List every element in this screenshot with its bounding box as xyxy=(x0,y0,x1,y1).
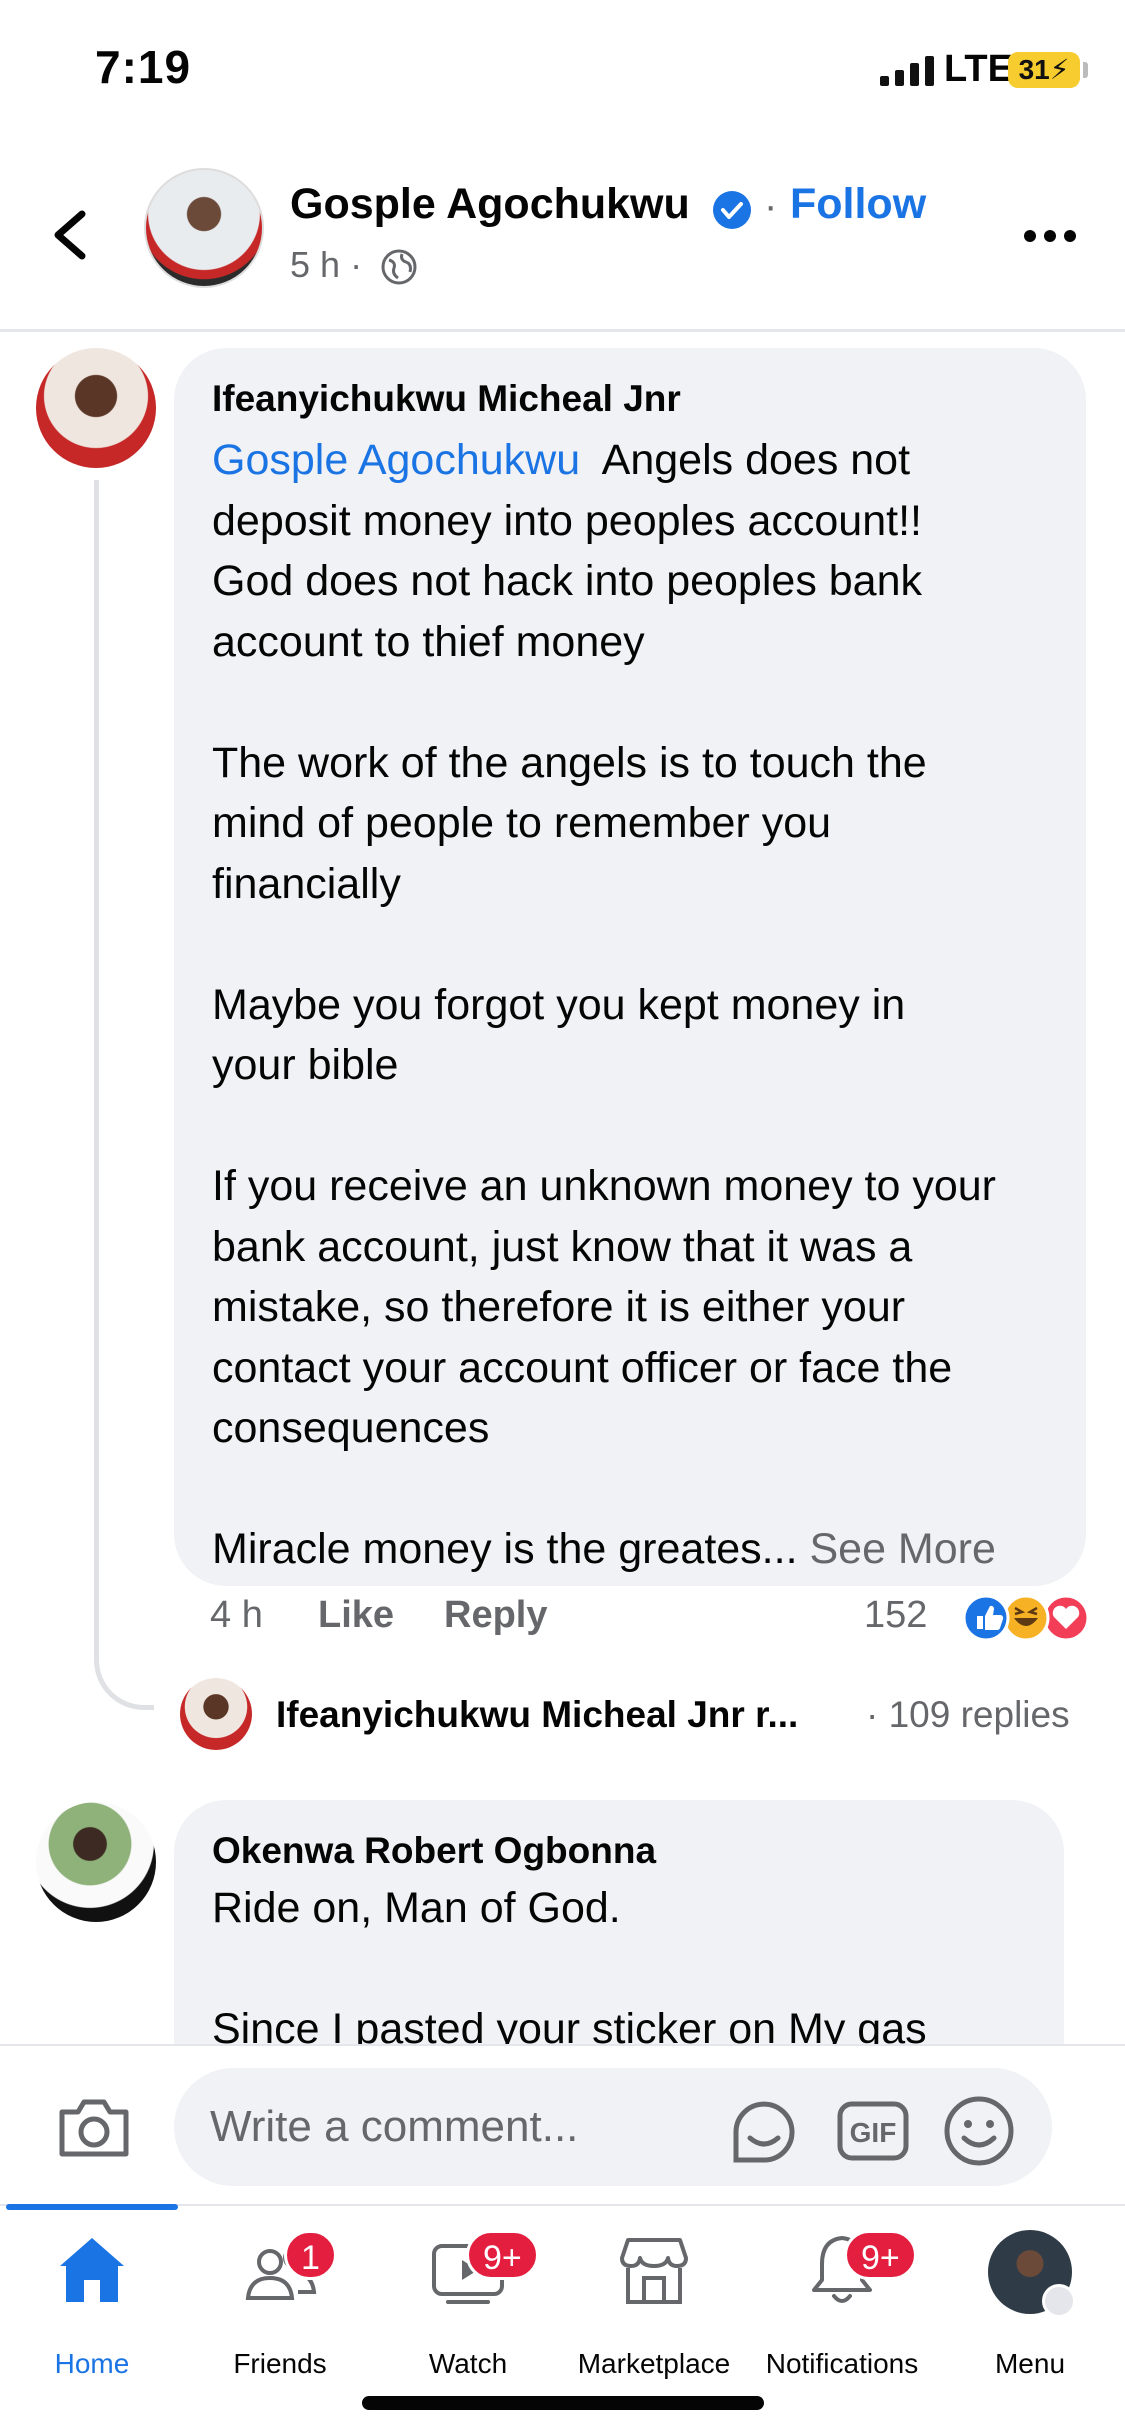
view-replies-link[interactable]: · 109 replies xyxy=(866,1694,1070,1736)
comment-text: Gosple Agochukwu Angels does not deposit… xyxy=(212,430,1072,1580)
home-icon xyxy=(60,2238,124,2302)
marketplace-icon xyxy=(620,2238,688,2304)
tab-label: Marketplace xyxy=(577,2348,731,2379)
post-meta: 5 h · xyxy=(290,244,362,286)
author-name[interactable]: Gosple Agochukwu xyxy=(290,180,690,229)
emoji-icon[interactable] xyxy=(942,2094,1016,2168)
status-time: 7:19 xyxy=(95,41,192,93)
comment-author[interactable]: Okenwa Robert Ogbonna xyxy=(212,1830,656,1872)
battery-icon: 31⚡ xyxy=(1008,52,1080,88)
meta-separator: · xyxy=(350,244,363,285)
like-icon xyxy=(962,1594,1010,1642)
watch-badge: 9+ xyxy=(466,2230,539,2280)
notifications-badge: 9+ xyxy=(844,2230,917,2280)
tab-notifications[interactable]: 9+ Notifications xyxy=(748,2230,936,2379)
sticker-icon[interactable] xyxy=(726,2094,802,2170)
separator-dot: · xyxy=(764,184,778,228)
commenter-avatar[interactable] xyxy=(36,348,156,468)
menu-avatar xyxy=(988,2230,1076,2318)
comment-text: Ride on, Man of God. Since I pasted your… xyxy=(212,1884,927,2044)
comment-time: 4 h xyxy=(210,1594,263,1636)
camera-icon[interactable] xyxy=(56,2094,132,2160)
mention-link[interactable]: Gosple Agochukwu xyxy=(212,436,580,484)
comment-composer: GIF xyxy=(0,2044,1125,2204)
tab-label: Watch xyxy=(428,2348,508,2379)
friends-badge: 1 xyxy=(284,2230,337,2280)
verified-badge-icon xyxy=(713,191,751,229)
tab-menu[interactable]: Menu xyxy=(936,2230,1124,2379)
comment-bubble[interactable]: Okenwa Robert Ogbonna Ride on, Man of Go… xyxy=(174,1800,1064,2044)
home-indicator xyxy=(362,2396,764,2410)
active-tab-indicator xyxy=(6,2204,178,2210)
love-icon xyxy=(1042,1594,1090,1642)
status-bar: 7:19 LTE 31⚡ xyxy=(0,0,1125,140)
signal-icon xyxy=(880,56,934,86)
tab-label: Home xyxy=(54,2348,130,2379)
battery-level: 31 xyxy=(1018,54,1050,85)
more-options-icon[interactable] xyxy=(1022,216,1078,256)
gif-label: GIF xyxy=(850,2117,897,2148)
reply-preview-name[interactable]: Ifeanyichukwu Micheal Jnr r... xyxy=(276,1694,798,1736)
tab-friends[interactable]: 1 Friends xyxy=(186,2230,374,2379)
tab-label: Friends xyxy=(233,2348,327,2379)
comment-body: Angels does not deposit money into peopl… xyxy=(212,436,996,1573)
haha-icon xyxy=(1002,1594,1050,1642)
reply-button[interactable]: Reply xyxy=(444,1594,547,1637)
like-button[interactable]: Like xyxy=(318,1594,394,1637)
follow-button[interactable]: Follow xyxy=(790,180,926,229)
reply-avatar[interactable] xyxy=(180,1678,252,1750)
post-age: 5 h xyxy=(290,244,341,285)
post-header: Gosple Agochukwu · Follow 5 h · xyxy=(0,140,1125,332)
reactions-icon[interactable] xyxy=(944,1592,1094,1644)
author-avatar[interactable] xyxy=(144,168,264,288)
tab-label: Notifications xyxy=(765,2348,919,2379)
comments-list: Ifeanyichukwu Micheal Jnr Gosple Agochuk… xyxy=(0,332,1125,2044)
globe-icon xyxy=(381,249,417,285)
reaction-count[interactable]: 152 xyxy=(864,1594,927,1637)
comment-bubble[interactable]: Ifeanyichukwu Micheal Jnr Gosple Agochuk… xyxy=(174,348,1086,1586)
tab-watch[interactable]: 9+ Watch xyxy=(374,2230,562,2379)
menu-icon xyxy=(1042,2284,1076,2318)
network-type: LTE xyxy=(944,48,1013,90)
tab-label: Menu xyxy=(994,2348,1066,2379)
battery-cap xyxy=(1083,62,1088,78)
back-arrow-icon[interactable] xyxy=(40,200,100,270)
see-more-link[interactable]: See More xyxy=(809,1525,995,1573)
gif-icon[interactable]: GIF xyxy=(836,2098,910,2164)
tab-marketplace[interactable]: Marketplace xyxy=(560,2230,748,2379)
commenter-avatar[interactable] xyxy=(36,1802,156,1922)
comment-author[interactable]: Ifeanyichukwu Micheal Jnr xyxy=(212,378,681,420)
comment-input[interactable] xyxy=(174,2068,1052,2186)
tab-home[interactable]: Home xyxy=(0,2230,186,2379)
thread-line xyxy=(94,480,154,1710)
